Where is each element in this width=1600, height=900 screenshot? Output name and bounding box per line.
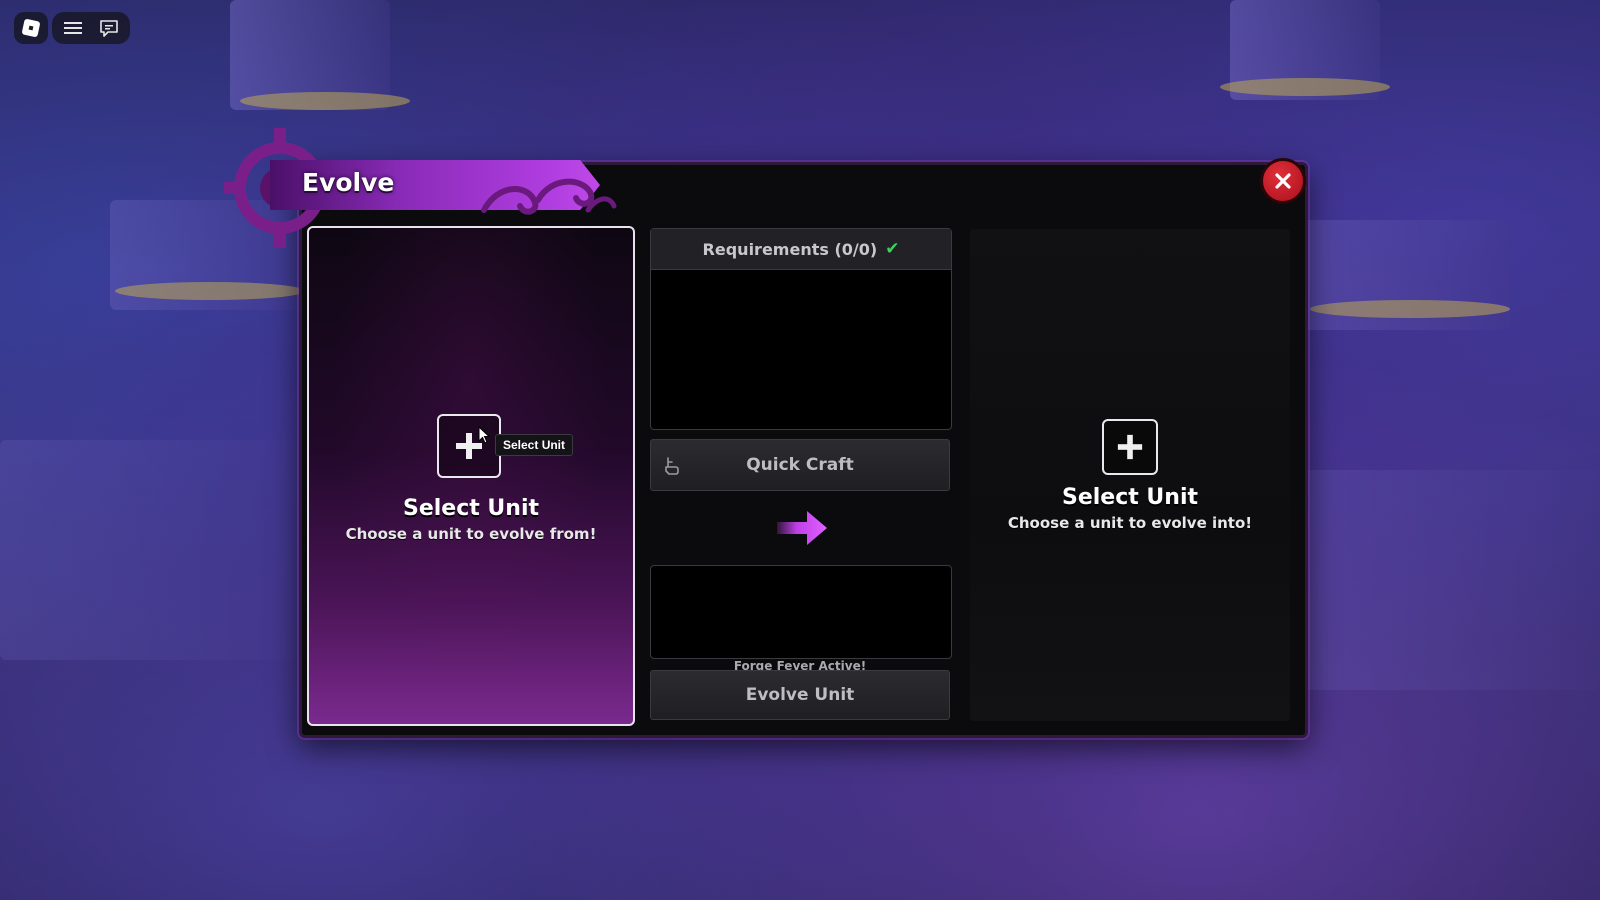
checkmark-icon: ✔ [885, 239, 900, 259]
cursor-icon [478, 426, 490, 444]
title-swirl-decoration [481, 178, 617, 215]
toolbar-group [52, 12, 130, 44]
evolve-into-slot[interactable]: Select Unit Choose a unit to evolve into… [970, 229, 1290, 721]
add-unit-into-button[interactable] [1102, 419, 1158, 475]
into-slot-title: Select Unit [1061, 485, 1199, 510]
evolve-from-slot[interactable]: Select Unit Choose a unit to evolve from… [307, 226, 635, 726]
from-slot-title: Select Unit [402, 496, 540, 521]
into-slot-subtitle: Choose a unit to evolve into! [1007, 514, 1253, 532]
menu-icon [64, 22, 82, 34]
requirements-panel: Requirements (0/0) ✔ [650, 228, 952, 430]
roblox-logo-icon [22, 19, 40, 37]
close-button[interactable] [1260, 158, 1306, 204]
window-title: Evolve [302, 168, 395, 197]
roblox-logo-button[interactable] [14, 12, 48, 44]
chat-icon [100, 20, 118, 37]
roblox-toolbar [14, 12, 130, 44]
result-preview-box [650, 565, 952, 659]
close-icon [1275, 173, 1291, 189]
plus-icon [1117, 434, 1143, 460]
from-slot-subtitle: Choose a unit to evolve from! [345, 525, 597, 543]
select-unit-tooltip: Select Unit [495, 434, 574, 456]
menu-button[interactable] [56, 12, 90, 44]
hand-icon [665, 457, 679, 475]
evolve-unit-button[interactable]: Evolve Unit [650, 670, 950, 720]
arrow-right-icon [777, 511, 827, 545]
requirements-header: Requirements (0/0) ✔ [651, 229, 951, 270]
add-unit-from-button[interactable] [437, 414, 501, 478]
evolve-unit-label: Evolve Unit [745, 685, 855, 705]
quick-craft-button[interactable]: Quick Craft [650, 439, 950, 491]
quick-craft-label: Quick Craft [746, 455, 854, 475]
requirements-label: Requirements (0/0) [702, 239, 878, 259]
chat-button[interactable] [92, 12, 126, 44]
